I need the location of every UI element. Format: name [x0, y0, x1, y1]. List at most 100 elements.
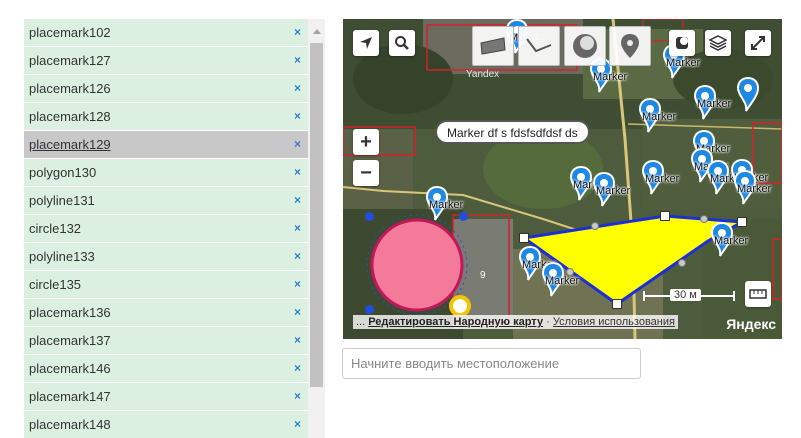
list-item-label[interactable]: placemark147: [29, 389, 111, 404]
circle-icon: [573, 34, 597, 58]
scrollbar-thumb[interactable]: [310, 43, 323, 387]
marker-label[interactable]: Marker: [645, 173, 679, 185]
list-item[interactable]: polyline133 ×: [24, 243, 308, 270]
marker-label[interactable]: Marker: [737, 183, 771, 195]
polygon-midpoint[interactable]: [678, 259, 686, 267]
marker-label[interactable]: Marker: [697, 98, 731, 110]
list-item[interactable]: placemark137 ×: [24, 327, 308, 354]
draw-circle-button[interactable]: [564, 26, 606, 66]
scale-label: 30 м: [670, 289, 701, 301]
remove-item-icon[interactable]: ×: [294, 187, 301, 214]
marker-label[interactable]: Marker: [545, 275, 579, 287]
list-item[interactable]: placemark147 ×: [24, 383, 308, 410]
list-item-label[interactable]: circle132: [29, 221, 81, 236]
map[interactable]: Yandex 9 Marker Marker Marker Marker Marker M…: [343, 19, 782, 339]
circle-edit-point[interactable]: [365, 212, 374, 221]
circle-shape[interactable]: [370, 218, 464, 312]
list-item[interactable]: placemark146 ×: [24, 355, 308, 382]
draw-polygon-button[interactable]: [472, 26, 514, 66]
zoom-in-button[interactable]: +: [353, 129, 379, 155]
copyright-separator: ·: [546, 316, 550, 328]
fullscreen-button[interactable]: [745, 30, 771, 56]
marker-label[interactable]: Marker: [714, 235, 748, 247]
zoom-out-button[interactable]: −: [353, 160, 379, 186]
remove-item-icon[interactable]: ×: [294, 411, 301, 438]
yandex-logo[interactable]: Яндекс: [726, 316, 776, 332]
map-marker[interactable]: [737, 77, 759, 113]
list-item-label[interactable]: placemark136: [29, 305, 111, 320]
search-button[interactable]: [389, 30, 415, 56]
fullscreen-icon: [751, 36, 765, 50]
list-item-label[interactable]: placemark129: [29, 137, 111, 152]
remove-item-icon[interactable]: ×: [294, 75, 301, 102]
list-item[interactable]: placemark127 ×: [24, 47, 308, 74]
traffic-button[interactable]: [669, 30, 695, 56]
list-item[interactable]: placemark126 ×: [24, 75, 308, 102]
list-scrollbar[interactable]: [308, 19, 325, 438]
polyline-icon: [526, 38, 552, 53]
list-item[interactable]: polyline131 ×: [24, 187, 308, 214]
ruler-button[interactable]: [745, 281, 771, 307]
polygon-midpoint[interactable]: [591, 222, 599, 230]
list-item[interactable]: polygon130 ×: [24, 159, 308, 186]
remove-item-icon[interactable]: ×: [294, 243, 301, 270]
polygon-vertex[interactable]: [519, 233, 529, 243]
list-item[interactable]: placemark129 ×: [24, 131, 308, 158]
list-item[interactable]: placemark148 ×: [24, 411, 308, 438]
remove-item-icon[interactable]: ×: [294, 103, 301, 130]
marker-label[interactable]: Marker: [593, 71, 627, 83]
marker-label[interactable]: Marker: [596, 185, 630, 197]
ring-marker[interactable]: [449, 295, 471, 317]
terms-link[interactable]: Условия использования: [553, 316, 675, 328]
remove-item-icon[interactable]: ×: [294, 215, 301, 242]
list-item-label[interactable]: polyline133: [29, 249, 95, 264]
remove-item-icon[interactable]: ×: [294, 355, 301, 382]
list-item[interactable]: placemark102 ×: [24, 19, 308, 46]
copyright-bar: ... Редактировать Народную карту · Услов…: [353, 315, 678, 329]
scroll-up-arrow-icon[interactable]: [313, 29, 321, 34]
polygon-vertex[interactable]: [660, 211, 670, 221]
list-item[interactable]: placemark136 ×: [24, 299, 308, 326]
list-item[interactable]: circle135 ×: [24, 271, 308, 298]
draw-placemark-button[interactable]: [609, 26, 651, 66]
list-item-label[interactable]: placemark137: [29, 333, 111, 348]
circle-edit-point[interactable]: [365, 305, 374, 314]
polygon-midpoint[interactable]: [700, 215, 708, 223]
list-item-label[interactable]: polyline131: [29, 193, 95, 208]
remove-item-icon[interactable]: ×: [294, 299, 301, 326]
remove-item-icon[interactable]: ×: [294, 327, 301, 354]
balloon-text: Marker df s fdsfsdfdsf ds: [447, 126, 578, 140]
marker-label[interactable]: Marker: [429, 199, 463, 211]
list-item-label[interactable]: circle135: [29, 277, 81, 292]
remove-item-icon[interactable]: ×: [294, 19, 301, 46]
remove-item-icon[interactable]: ×: [294, 383, 301, 410]
remove-item-icon[interactable]: ×: [294, 159, 301, 186]
magnifier-icon: [395, 36, 409, 50]
marker-label[interactable]: Marker: [642, 111, 676, 123]
traffic-icon: [676, 37, 688, 49]
list-item-label[interactable]: placemark146: [29, 361, 111, 376]
geolocation-button[interactable]: [353, 30, 379, 56]
list-item-label[interactable]: placemark102: [29, 25, 111, 40]
list-item-label[interactable]: polygon130: [29, 165, 96, 180]
list-item-label[interactable]: placemark128: [29, 109, 111, 124]
edit-map-link[interactable]: Редактировать Народную карту: [368, 316, 543, 328]
list-item[interactable]: circle132 ×: [24, 215, 308, 242]
list-item-label[interactable]: placemark148: [29, 417, 111, 432]
marker-pin-icon: [737, 77, 759, 112]
marker-balloon[interactable]: Marker df s fdsfsdfdsf ds: [435, 120, 590, 144]
list-item-label[interactable]: placemark127: [29, 53, 111, 68]
circle-edit-point[interactable]: [459, 212, 468, 221]
location-search-input[interactable]: [342, 348, 641, 379]
draw-polyline-button[interactable]: [518, 26, 560, 66]
polygon-vertex[interactable]: [612, 299, 622, 309]
remove-item-icon[interactable]: ×: [294, 131, 301, 158]
list-item[interactable]: placemark128 ×: [24, 103, 308, 130]
remove-item-icon[interactable]: ×: [294, 47, 301, 74]
polygon-vertex[interactable]: [737, 217, 747, 227]
layers-button[interactable]: [705, 30, 731, 56]
list-item-label[interactable]: placemark126: [29, 81, 111, 96]
remove-item-icon[interactable]: ×: [294, 271, 301, 298]
copyright-expand[interactable]: ...: [356, 316, 365, 328]
marker-label[interactable]: Marker: [666, 57, 700, 69]
